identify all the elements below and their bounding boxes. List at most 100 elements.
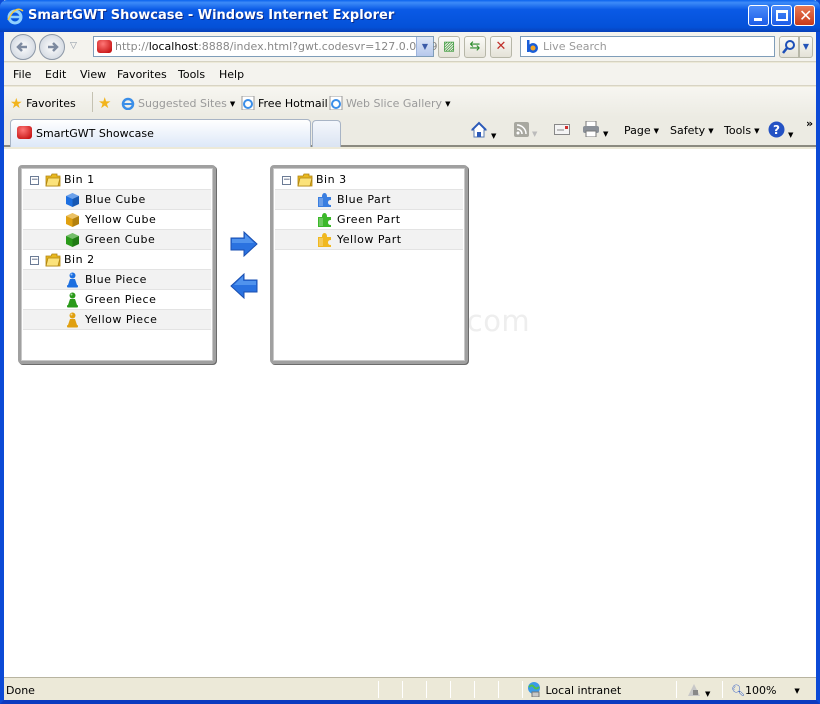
security-zone[interactable]: Local intranet bbox=[526, 681, 621, 698]
safety-menu[interactable]: Safety ▼ bbox=[670, 124, 714, 137]
leaf-label: Blue Piece bbox=[85, 273, 147, 286]
separator bbox=[450, 681, 451, 698]
address-url[interactable]: http://localhost:8888/index.html?gwt.cod… bbox=[115, 40, 451, 53]
compatibility-view-button[interactable]: ▨ bbox=[438, 36, 460, 58]
search-button[interactable] bbox=[779, 36, 799, 58]
piece-icon bbox=[65, 272, 80, 288]
page-menu[interactable]: Page ▼ bbox=[624, 124, 659, 137]
chevron-down-icon: ▼ bbox=[708, 127, 714, 135]
separator bbox=[498, 681, 499, 698]
menu-edit[interactable]: Edit bbox=[45, 68, 66, 81]
tree-leaf-row[interactable]: Green Cube bbox=[23, 230, 211, 250]
tools-menu[interactable]: Tools ▼ bbox=[724, 124, 760, 137]
recent-pages-dropdown[interactable]: ▽ bbox=[70, 41, 77, 51]
source-tree-grid[interactable]: − Bin 1 Blue Cube Yellow Cube Green Cube… bbox=[18, 165, 216, 364]
tree-folder-row[interactable]: − Bin 2 bbox=[23, 250, 211, 270]
leaf-label: Blue Cube bbox=[85, 193, 146, 206]
read-mail-button[interactable] bbox=[554, 122, 570, 139]
tree-folder-row[interactable]: − Bin 3 bbox=[275, 170, 463, 190]
address-dropdown-button[interactable]: ▼ bbox=[416, 37, 433, 56]
close-icon: ✕ bbox=[799, 6, 813, 25]
back-arrow-icon bbox=[16, 42, 27, 52]
collapse-toggle-icon[interactable]: − bbox=[30, 256, 39, 265]
feeds-button[interactable]: ▼ bbox=[514, 122, 537, 140]
network-globe-icon bbox=[528, 682, 540, 698]
refresh-icon: ⇆ bbox=[469, 39, 481, 54]
search-input[interactable]: Live Search bbox=[520, 36, 775, 57]
home-button[interactable]: ▼ bbox=[470, 121, 496, 142]
chevron-down-icon: ▼ bbox=[532, 130, 538, 138]
cube-icon bbox=[65, 192, 80, 208]
favorites-button[interactable]: ★ Favorites bbox=[10, 96, 76, 112]
menu-help[interactable]: Help bbox=[219, 68, 244, 81]
chevron-down-icon: ▼ bbox=[754, 127, 760, 135]
move-left-arrow-button[interactable] bbox=[230, 273, 258, 299]
tree-folder-row[interactable]: − Bin 1 bbox=[23, 170, 211, 190]
minimize-icon bbox=[754, 18, 762, 21]
puzzle-icon bbox=[317, 232, 332, 248]
leaf-label: Yellow Piece bbox=[85, 313, 158, 326]
star-icon: ★ bbox=[10, 96, 23, 112]
tree-leaf-row[interactable]: Blue Part bbox=[275, 190, 463, 210]
target-tree-grid[interactable]: − Bin 3 Blue Part Green Part Yellow Part bbox=[270, 165, 468, 364]
suggested-sites-link[interactable]: Suggested Sites ▼ bbox=[121, 96, 235, 110]
refresh-button[interactable]: ⇆ bbox=[464, 36, 486, 58]
tab-smartgwt-showcase[interactable]: SmartGWT Showcase bbox=[10, 119, 311, 147]
print-button[interactable]: ▼ bbox=[582, 120, 608, 140]
bing-logo-icon bbox=[527, 40, 538, 53]
protected-mode-button[interactable]: ▼ bbox=[686, 682, 710, 700]
menu-file[interactable]: File bbox=[13, 68, 31, 81]
tab-bar: SmartGWT Showcase ▼ ▼ ▼ Page ▼ Safety ▼ To… bbox=[4, 117, 816, 147]
menu-favorites[interactable]: Favorites bbox=[117, 68, 167, 81]
leaf-label: Blue Part bbox=[337, 193, 392, 206]
browser-window: SmartGWT Showcase - Windows Internet Exp… bbox=[0, 0, 820, 704]
tree-leaf-row[interactable]: Yellow Cube bbox=[23, 210, 211, 230]
tree-leaf-row[interactable]: Blue Piece bbox=[23, 270, 211, 290]
zoom-level-button[interactable]: 🔍︎100% ▼ bbox=[731, 684, 800, 697]
new-tab-button[interactable] bbox=[312, 120, 341, 147]
window-title: SmartGWT Showcase - Windows Internet Exp… bbox=[28, 8, 395, 23]
ie-logo-icon bbox=[7, 8, 24, 25]
search-options-dropdown[interactable]: ▼ bbox=[799, 36, 813, 58]
chevron-down-icon: ▼ bbox=[653, 127, 660, 135]
help-menu[interactable]: ? ▼ bbox=[768, 121, 793, 141]
address-bar[interactable]: http://localhost:8888/index.html?gwt.cod… bbox=[93, 36, 451, 57]
piece-icon bbox=[65, 292, 80, 308]
cube-icon bbox=[65, 212, 80, 228]
page-content: www.java2s.com − Bin 1 Blue Cube Yellow … bbox=[4, 149, 816, 677]
favorites-bar: ★ Favorites ★ Suggested Sites ▼ Free Hotm… bbox=[4, 87, 816, 117]
search-placeholder: Live Search bbox=[543, 40, 607, 53]
ie-icon bbox=[121, 97, 135, 110]
tree-leaf-row[interactable]: Green Piece bbox=[23, 290, 211, 310]
tree-leaf-row[interactable]: Green Part bbox=[275, 210, 463, 230]
tree-leaf-row[interactable]: Blue Cube bbox=[23, 190, 211, 210]
stop-button[interactable]: ✕ bbox=[490, 36, 512, 58]
add-favorite-button[interactable]: ★ bbox=[98, 94, 111, 112]
chevron-down-icon: ▼ bbox=[788, 131, 794, 139]
leaf-label: Green Part bbox=[337, 213, 401, 226]
folder-open-icon bbox=[297, 173, 313, 187]
tree-leaf-row[interactable]: Yellow Piece bbox=[23, 310, 211, 330]
move-right-arrow-button[interactable] bbox=[230, 231, 258, 257]
maximize-button[interactable] bbox=[771, 5, 792, 26]
ie-page-icon bbox=[241, 96, 255, 110]
menu-view[interactable]: View bbox=[80, 68, 106, 81]
home-icon bbox=[470, 121, 488, 138]
tree-leaf-row[interactable]: Yellow Part bbox=[275, 230, 463, 250]
web-slice-gallery-link[interactable]: Web Slice Gallery ▼ bbox=[329, 96, 450, 110]
status-text: Done bbox=[6, 684, 35, 697]
close-button[interactable]: ✕ bbox=[794, 5, 815, 26]
minimize-button[interactable] bbox=[748, 5, 769, 26]
compatibility-icon: ▨ bbox=[442, 39, 456, 54]
toolbar-overflow-button[interactable]: » bbox=[806, 117, 813, 130]
back-button[interactable] bbox=[10, 34, 36, 60]
free-hotmail-link[interactable]: Free Hotmail bbox=[241, 96, 328, 110]
help-icon: ? bbox=[768, 121, 785, 138]
collapse-toggle-icon[interactable]: − bbox=[282, 176, 291, 185]
menu-tools[interactable]: Tools bbox=[178, 68, 205, 81]
status-bar: Done Local intranet ▼ 🔍︎100% ▼ bbox=[4, 677, 816, 700]
separator bbox=[522, 681, 523, 698]
forward-button[interactable] bbox=[39, 34, 65, 60]
collapse-toggle-icon[interactable]: − bbox=[30, 176, 39, 185]
folder-label: Bin 2 bbox=[64, 253, 95, 266]
